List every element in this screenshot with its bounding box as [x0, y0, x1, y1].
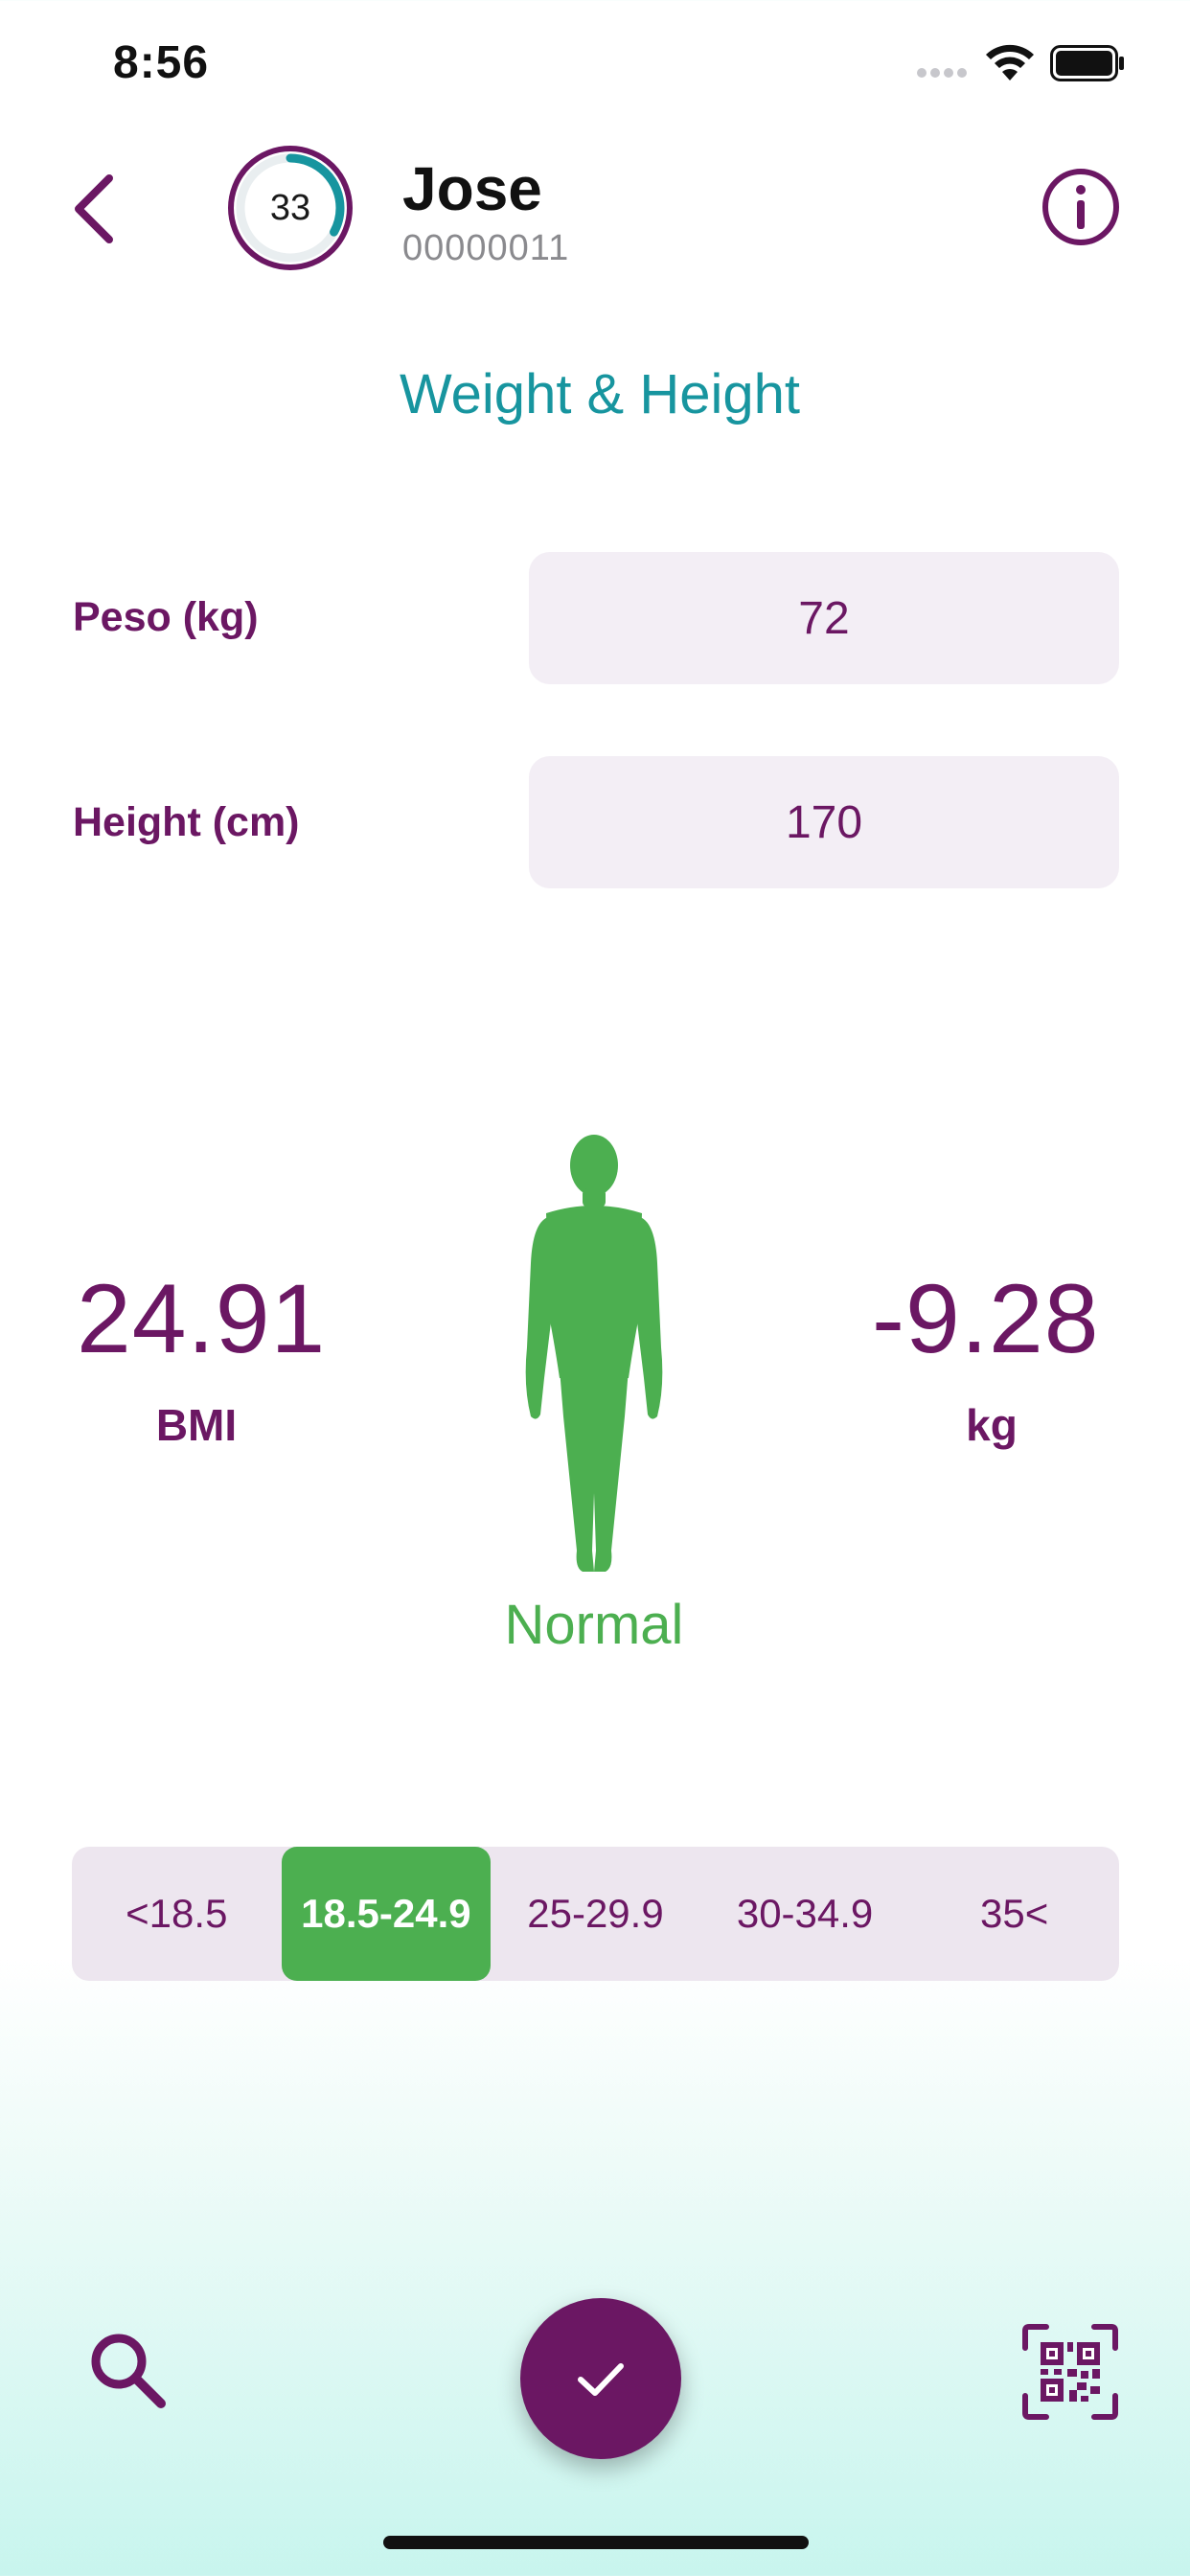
- score-value: 33: [269, 187, 311, 228]
- bmi-label: BMI: [155, 1400, 238, 1450]
- weight-input[interactable]: [529, 552, 1119, 684]
- bmi-value: 24.91: [77, 1264, 327, 1373]
- home-indicator: [383, 2536, 809, 2549]
- weight-difference-unit: kg: [966, 1400, 1018, 1450]
- info-button[interactable]: [1041, 167, 1121, 247]
- status-time: 8:56: [113, 37, 210, 88]
- confirm-button[interactable]: [520, 2298, 681, 2459]
- checkmark-icon: [578, 2363, 624, 2396]
- bmi-category-label: Normal: [504, 1594, 684, 1656]
- range-option-normal[interactable]: 18.5-24.9: [281, 1847, 492, 1981]
- height-input[interactable]: [529, 756, 1119, 888]
- range-option-overweight[interactable]: 25-29.9: [491, 1847, 700, 1981]
- height-label: Height (cm): [73, 799, 300, 845]
- back-button[interactable]: [65, 169, 126, 249]
- human-body-icon: [525, 1135, 663, 1572]
- battery-icon: [1050, 45, 1124, 81]
- patient-id: 00000011: [402, 228, 570, 268]
- weight-label: Peso (kg): [73, 594, 259, 640]
- bmi-range-selector: <18.5 18.5-24.9 25-29.9 30-34.9 35<: [72, 1847, 1119, 1981]
- range-option-obese[interactable]: 30-34.9: [700, 1847, 910, 1981]
- range-option-underweight[interactable]: <18.5: [72, 1847, 282, 1981]
- cellular-signal-icon: [917, 68, 967, 78]
- patient-name: Jose: [402, 154, 542, 223]
- range-option-severely-obese[interactable]: 35<: [909, 1847, 1119, 1981]
- weight-difference-value: -9.28: [872, 1264, 1100, 1373]
- wifi-icon: [986, 44, 1034, 80]
- search-button[interactable]: [84, 2327, 171, 2413]
- qr-scan-button[interactable]: [1021, 2323, 1119, 2421]
- page-title: Weight & Height: [399, 363, 801, 426]
